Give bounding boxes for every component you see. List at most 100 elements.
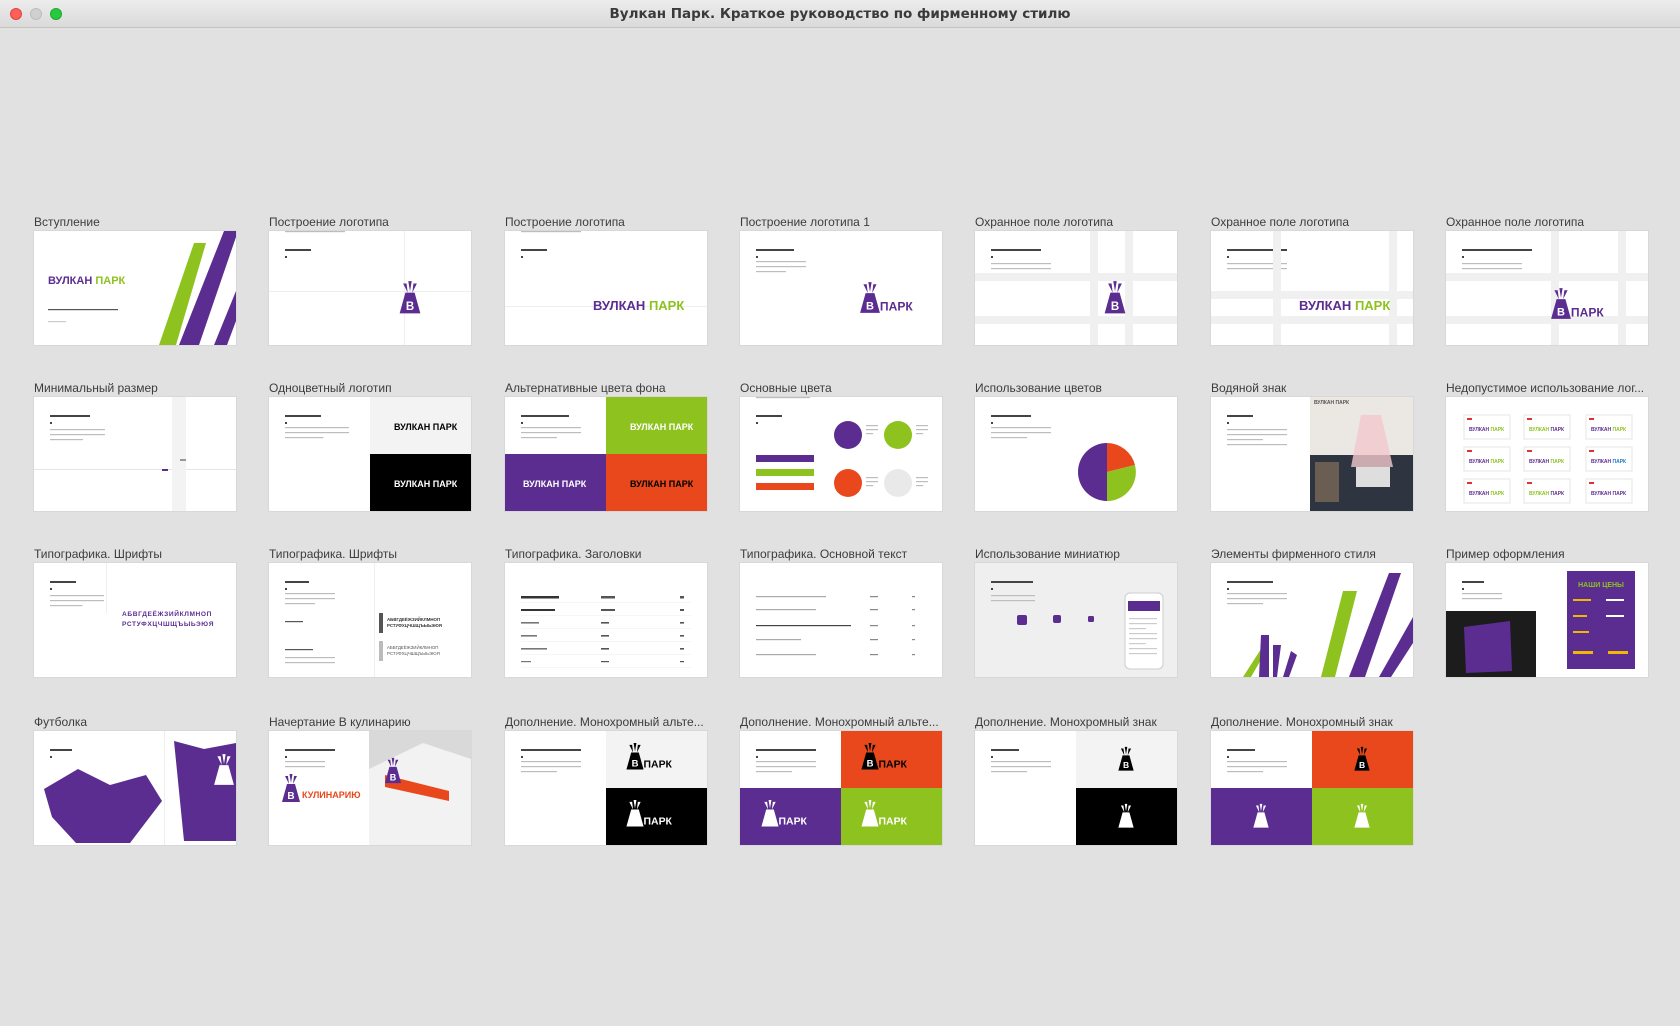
slide-preview[interactable]: В ПАРК В ПАРК В ПАРК xyxy=(740,731,942,845)
slide-thumbnail[interactable]: Начертание В кулинарию В КУЛИНАРИЮ В xyxy=(269,714,471,845)
slide-thumbnail[interactable]: Альтернативные цвета фона ВУЛКАН ПАРК ВУЛК… xyxy=(505,380,707,511)
svg-text:В: В xyxy=(1111,301,1119,313)
slide-label: Альтернативные цвета фона xyxy=(505,381,666,395)
slide-label: Водяной знак xyxy=(1211,381,1287,395)
slide-preview[interactable]: ВУЛКАН ПАРК xyxy=(34,231,236,345)
brand-wordmark: ВУЛКАН ПАРК xyxy=(1469,427,1505,433)
svg-text:В: В xyxy=(287,791,294,802)
svg-text:В: В xyxy=(1123,760,1129,770)
brand-wordmark: ВУЛКАН ПАРК xyxy=(1469,491,1505,497)
slide-thumbnail[interactable]: Типографика. Основной текст xyxy=(740,546,942,677)
brand-sign-icon: В xyxy=(1104,281,1126,314)
slide-label: Использование цветов xyxy=(975,381,1102,395)
slide-label: Дополнение. Монохромный альте... xyxy=(505,715,704,729)
svg-text:В: В xyxy=(632,759,639,770)
slide-preview[interactable]: АБВГДЕЁЖЗИЙКЛМНОП РСТУФХЦЧШЩЪЫЬЭЮЯ xyxy=(34,563,236,677)
window-titlebar: Вулкан Парк. Краткое руководство по фирм… xyxy=(0,0,1680,28)
svg-text:В: В xyxy=(767,816,774,827)
svg-text:РСТУФХЦЧШЩЪЫЬЭЮЯ: РСТУФХЦЧШЩЪЫЬЭЮЯ xyxy=(387,651,440,656)
slide-thumbnail[interactable]: Дополнение. Монохромный альте... В ПАРК … xyxy=(740,714,942,845)
slide-thumbnail[interactable]: Использование цветов xyxy=(975,380,1177,511)
slide-thumbnail[interactable]: Построение логотипа В xyxy=(269,214,471,345)
slide-preview[interactable] xyxy=(740,563,942,677)
slide-thumbnail[interactable]: Водяной знак ВУЛКАН ПАРК xyxy=(1211,380,1413,511)
slide-label: Типографика. Шрифты xyxy=(269,547,397,561)
slide-preview[interactable]: В xyxy=(34,731,236,845)
slide-thumbnail[interactable]: Одноцветный логотип ВУЛКАН ПАРК ВУЛКАН ПАР… xyxy=(269,380,471,511)
slide-preview[interactable]: В xyxy=(269,231,471,345)
slide-label: Минимальный размер xyxy=(34,381,158,395)
slide-thumbnail[interactable]: Недопустимое использование лог... ВУЛКАН … xyxy=(1446,380,1648,511)
svg-text:В: В xyxy=(1557,307,1565,319)
slide-thumbnail[interactable]: Футболка В xyxy=(34,714,236,845)
slide-label: Построение логотипа xyxy=(505,215,625,229)
brand-wordmark: ВУЛКАН ПАРК xyxy=(1469,459,1505,465)
slide-preview[interactable]: ВУЛКАН ПАРК ВУЛКАН ПАРК xyxy=(269,397,471,511)
slide-preview[interactable]: ВУЛКАН ПАРК xyxy=(1211,397,1413,511)
slide-thumbnail[interactable]: Охранное поле логотипа В ПАРК xyxy=(1446,214,1648,345)
slide-preview[interactable]: АБВГДЕЁЖЗИЙКЛМНОП РСТУФХЦЧШЩЪЫЬЭЮЯ АБВГД… xyxy=(269,563,471,677)
slide-thumbnail[interactable]: Дополнение. Монохромный знак В В xyxy=(975,714,1177,845)
slide-label: Пример оформления xyxy=(1446,547,1565,561)
svg-text:ПАРК: ПАРК xyxy=(879,760,908,771)
slide-preview[interactable]: В В В xyxy=(1211,731,1413,845)
slide-thumbnail[interactable]: Построение логотипа ВУЛКАН ПАРК xyxy=(505,214,707,345)
brand-wordmark: ВУЛКАН ПАРК xyxy=(523,479,587,489)
slide-preview[interactable]: В xyxy=(975,231,1177,345)
brand-wordmark: ВУЛКАН ПАРК xyxy=(1299,298,1390,313)
slide-thumbnail[interactable]: Пример оформления НАШИ ЦЕНЫ xyxy=(1446,546,1648,677)
slide-label: Использование миниатюр xyxy=(975,547,1120,561)
slide-preview[interactable]: В КУЛИНАРИЮ В xyxy=(269,731,471,845)
svg-text:В: В xyxy=(1123,817,1129,827)
svg-text:КУЛИНАРИЮ: КУЛИНАРИЮ xyxy=(302,790,361,800)
slide-preview[interactable]: В В xyxy=(975,731,1177,845)
slide-preview[interactable]: НАШИ ЦЕНЫ xyxy=(1446,563,1648,677)
slide-preview[interactable] xyxy=(975,563,1177,677)
slide-thumbnail[interactable]: Построение логотипа 1 В ПАРК xyxy=(740,214,942,345)
slide-thumbnail[interactable]: Основные цвета xyxy=(740,380,942,511)
slide-label: Охранное поле логотипа xyxy=(1211,215,1350,229)
brand-wordmark: ВУЛКАН ПАРК xyxy=(394,479,458,489)
brand-wordmark: ВУЛКАН ПАРК xyxy=(1529,459,1565,465)
slide-thumbnail[interactable]: Охранное поле логотипа ВУЛКАН ПАРК xyxy=(1211,214,1413,345)
slide-preview[interactable]: ВУЛКАН ПАРК xyxy=(505,231,707,345)
brand-wordmark: ВУЛКАН ПАРК xyxy=(1591,427,1627,433)
slide-preview[interactable] xyxy=(505,563,707,677)
slide-label: Элементы фирменного стиля xyxy=(1211,547,1376,561)
slide-preview[interactable]: ВУЛКАН ПАРК ВУЛКАН ПАРК ВУЛКАН ПАРК xyxy=(505,397,707,511)
slide-label: Дополнение. Монохромный знак xyxy=(1211,715,1393,729)
slide-thumbnail[interactable]: Минимальный размер xyxy=(34,380,236,511)
slide-thumbnail[interactable]: Дополнение. Монохромный знак В В В xyxy=(1211,714,1413,845)
slide-thumbnail[interactable]: Элементы фирменного стиля xyxy=(1211,546,1413,677)
brand-wordmark: ВУЛКАН ПАРК xyxy=(48,275,126,287)
slide-preview[interactable] xyxy=(1211,563,1413,677)
slide-preview[interactable]: В ПАРК xyxy=(740,231,942,345)
brand-wordmark: ВУЛКАН ПАРК xyxy=(1314,400,1350,406)
slide-label: Основные цвета xyxy=(740,381,832,395)
slide-thumbnail[interactable]: Типографика. Заголовки xyxy=(505,546,707,677)
slide-thumbnail[interactable]: Типографика. Шрифты АБВГДЕЁЖЗИЙКЛМНОП РСТ… xyxy=(34,546,236,677)
slide-thumbnail[interactable]: Дополнение. Монохромный альте... В ПАРК … xyxy=(505,714,707,845)
svg-text:В: В xyxy=(1258,817,1264,827)
slide-preview[interactable]: В ПАРК В ПАРК xyxy=(505,731,707,845)
brand-sign-icon: В xyxy=(860,282,880,313)
slide-preview[interactable]: ВУЛКАН ПАРК xyxy=(1211,231,1413,345)
slide-thumbnail[interactable]: Типографика. Шрифты АБВГДЕЁЖЗИЙКЛМНОП РСТ… xyxy=(269,546,471,677)
slide-label: Построение логотипа 1 xyxy=(740,215,870,229)
slide-label: Дополнение. Монохромный альте... xyxy=(740,715,939,729)
slide-label: Футболка xyxy=(34,715,88,729)
slide-thumbnail[interactable]: Вступление ВУЛКАН ПАРК xyxy=(34,214,236,345)
slide-thumbnail[interactable]: Охранное поле логотипа В xyxy=(975,214,1177,345)
brand-wordmark: ВУЛКАН ПАРК xyxy=(1591,491,1627,497)
svg-text:ПАРК: ПАРК xyxy=(879,817,908,828)
slide-preview[interactable] xyxy=(34,397,236,511)
slide-thumbnail[interactable]: Использование миниатюр xyxy=(975,546,1177,677)
brand-wordmark: ВУЛКАН ПАРК xyxy=(1529,491,1565,497)
svg-text:АБВГДЕЁЖЗИЙКЛМНОП: АБВГДЕЁЖЗИЙКЛМНОП xyxy=(387,645,438,650)
slide-preview[interactable]: ВУЛКАН ПАРК ВУЛКАН ПАРК ВУЛКАН ПАРК ВУЛКАН … xyxy=(1446,397,1648,511)
slide-label: Одноцветный логотип xyxy=(269,381,392,395)
slide-preview[interactable]: В ПАРК xyxy=(1446,231,1648,345)
slide-preview[interactable] xyxy=(740,397,942,511)
slide-preview[interactable] xyxy=(975,397,1177,511)
slide-label: Типографика. Шрифты xyxy=(34,547,162,561)
